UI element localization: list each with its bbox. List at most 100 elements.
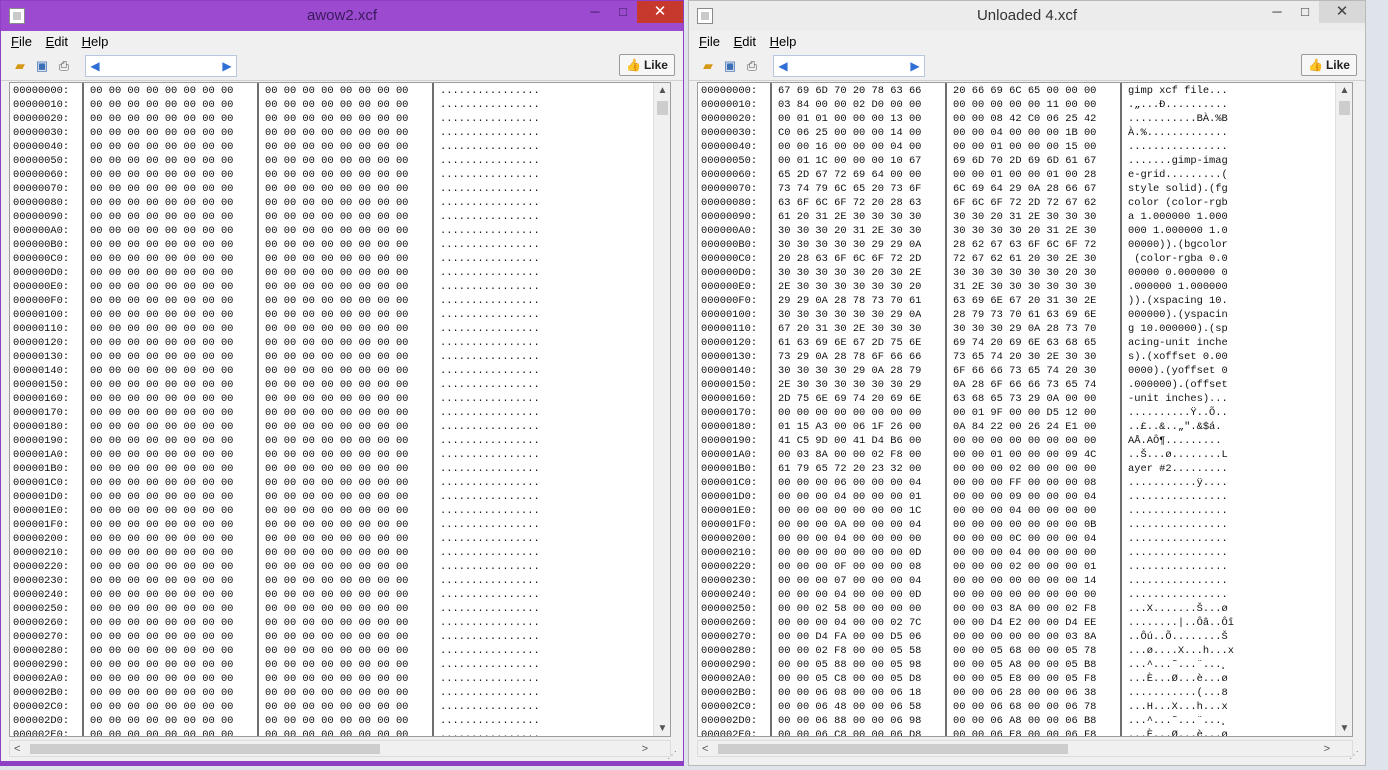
hex-bytes-right-cell[interactable]: 00 00 00 00 00 00 00 00 bbox=[265, 574, 408, 588]
hex-bytes-left-cell[interactable]: 00 00 00 00 00 00 00 00 bbox=[90, 294, 233, 308]
ascii-cell[interactable]: ................ bbox=[440, 686, 540, 700]
hex-bytes-right-cell[interactable]: 00 00 00 00 00 00 00 00 bbox=[265, 406, 408, 420]
hex-bytes-left-cell[interactable]: 73 74 79 6C 65 20 73 6F bbox=[778, 182, 921, 196]
hex-bytes-left-cell[interactable]: 00 00 00 06 00 00 00 04 bbox=[778, 476, 921, 490]
offset-cell[interactable]: 000001A0: bbox=[701, 448, 757, 462]
hex-bytes-right-cell[interactable]: 00 00 00 00 00 00 00 00 bbox=[265, 196, 408, 210]
hex-bytes-right-cell[interactable]: 30 30 30 30 20 31 2E 30 bbox=[953, 224, 1096, 238]
offset-cell[interactable]: 00000110: bbox=[701, 322, 757, 336]
hex-bytes-left-cell[interactable]: 00 00 00 00 00 00 00 00 bbox=[90, 630, 233, 644]
hex-bytes-left-cell[interactable]: 30 30 30 30 30 30 29 0A bbox=[778, 308, 921, 322]
hex-bytes-left-cell[interactable]: 00 00 00 04 00 00 02 7C bbox=[778, 616, 921, 630]
offset-cell[interactable]: 00000020: bbox=[701, 112, 757, 126]
ascii-cell[interactable]: ........|..Ôâ..Ôî bbox=[1128, 616, 1234, 630]
printer-icon[interactable]: ⎙ bbox=[743, 57, 761, 75]
printer-icon[interactable]: ⎙ bbox=[55, 57, 73, 75]
offset-cell[interactable]: 00000140: bbox=[13, 364, 69, 378]
ascii-cell[interactable]: ................ bbox=[440, 84, 540, 98]
ascii-cell[interactable]: color (color-rgb bbox=[1128, 196, 1234, 210]
hex-bytes-right-cell[interactable]: 00 00 00 00 00 00 00 00 bbox=[265, 644, 408, 658]
ascii-cell[interactable]: (color-rgba 0.0 bbox=[1128, 252, 1234, 266]
hex-bytes-right-cell[interactable]: 00 00 00 0C 00 00 00 04 bbox=[953, 532, 1096, 546]
offset-cell[interactable]: 000001E0: bbox=[13, 504, 69, 518]
offset-cell[interactable]: 000001B0: bbox=[701, 462, 757, 476]
ascii-cell[interactable]: ................ bbox=[1128, 574, 1234, 588]
hex-bytes-right-cell[interactable]: 00 00 00 00 00 00 00 00 bbox=[265, 294, 408, 308]
offset-cell[interactable]: 00000220: bbox=[701, 560, 757, 574]
hex-bytes-right-cell[interactable]: 00 00 00 00 00 00 00 00 bbox=[265, 238, 408, 252]
hex-bytes-left-cell[interactable]: 00 00 00 00 00 00 00 00 bbox=[90, 266, 233, 280]
hex-bytes-right-cell[interactable]: 00 00 00 00 00 00 03 8A bbox=[953, 630, 1096, 644]
offset-cell[interactable]: 000000E0: bbox=[701, 280, 757, 294]
hex-bytes-left-cell[interactable]: 41 C5 9D 00 41 D4 B6 00 bbox=[778, 434, 921, 448]
hex-bytes-left-cell[interactable]: 00 00 05 88 00 00 05 98 bbox=[778, 658, 921, 672]
hex-bytes-right-cell[interactable]: 00 00 06 28 00 00 06 38 bbox=[953, 686, 1096, 700]
hex-bytes-right-cell[interactable]: 6F 6C 6F 72 2D 72 67 62 bbox=[953, 196, 1096, 210]
ascii-cell[interactable]: ................ bbox=[440, 336, 540, 350]
ascii-cell[interactable]: ................ bbox=[440, 126, 540, 140]
hex-bytes-left-cell[interactable]: 01 15 A3 00 06 1F 26 00 bbox=[778, 420, 921, 434]
ascii-cell[interactable]: acing-unit inche bbox=[1128, 336, 1234, 350]
vertical-scrollbar[interactable]: ▲ ▼ bbox=[653, 83, 670, 736]
ascii-cell[interactable]: ................ bbox=[440, 658, 540, 672]
ascii-cell[interactable]: .000000).(offset bbox=[1128, 378, 1234, 392]
hex-bytes-right-cell[interactable]: 00 00 00 02 00 00 00 00 bbox=[953, 462, 1096, 476]
offset-cell[interactable]: 00000080: bbox=[701, 196, 757, 210]
hex-bytes-left-cell[interactable]: 00 00 00 00 00 00 00 00 bbox=[90, 224, 233, 238]
hex-bytes-left-cell[interactable]: 00 00 06 48 00 00 06 58 bbox=[778, 700, 921, 714]
offset-cell[interactable]: 00000000: bbox=[13, 84, 69, 98]
hex-bytes-left-cell[interactable]: 00 00 00 00 00 00 00 00 bbox=[90, 308, 233, 322]
menu-file[interactable]: File bbox=[695, 31, 726, 49]
offset-cell[interactable]: 00000190: bbox=[13, 434, 69, 448]
ascii-cell[interactable]: ..........Ÿ..Õ.. bbox=[1128, 406, 1234, 420]
offset-cell[interactable]: 00000030: bbox=[701, 126, 757, 140]
hex-bytes-left-cell[interactable]: 00 00 00 00 00 00 00 00 bbox=[90, 112, 233, 126]
hex-bytes-right-cell[interactable]: 00 00 05 E8 00 00 05 F8 bbox=[953, 672, 1096, 686]
title-bar[interactable]: Unloaded 4.xcf ─ □ ✕ bbox=[689, 1, 1365, 31]
hex-bytes-left-cell[interactable]: 00 00 00 00 00 00 00 00 bbox=[90, 518, 233, 532]
hex-bytes-left-cell[interactable]: 00 00 00 00 00 00 00 00 bbox=[90, 504, 233, 518]
ascii-cell[interactable]: ................ bbox=[1128, 588, 1234, 602]
hex-bytes-left-cell[interactable]: 00 00 D4 FA 00 00 D5 06 bbox=[778, 630, 921, 644]
hex-bytes-left-cell[interactable]: 00 00 00 00 00 00 00 00 bbox=[90, 210, 233, 224]
hex-bytes-left-cell[interactable]: 00 00 00 00 00 00 00 00 bbox=[90, 238, 233, 252]
offset-cell[interactable]: 00000150: bbox=[701, 378, 757, 392]
close-button[interactable]: ✕ bbox=[1319, 1, 1365, 23]
offset-cell[interactable]: 00000090: bbox=[13, 210, 69, 224]
ascii-cell[interactable]: ................ bbox=[440, 98, 540, 112]
hex-bytes-left-cell[interactable]: 00 00 00 00 00 00 00 00 bbox=[90, 574, 233, 588]
offset-cell[interactable]: 00000000: bbox=[701, 84, 757, 98]
hex-bytes-left-cell[interactable]: 00 03 8A 00 00 02 F8 00 bbox=[778, 448, 921, 462]
offset-cell[interactable]: 000000D0: bbox=[13, 266, 69, 280]
ascii-cell[interactable]: -unit inches)... bbox=[1128, 392, 1234, 406]
ascii-cell[interactable]: ................ bbox=[1128, 504, 1234, 518]
ascii-cell[interactable]: À.%............. bbox=[1128, 126, 1234, 140]
ascii-cell[interactable]: ................ bbox=[440, 476, 540, 490]
menu-help[interactable]: Help bbox=[766, 31, 803, 49]
hex-bytes-right-cell[interactable]: 00 00 D4 E2 00 00 D4 EE bbox=[953, 616, 1096, 630]
offset-cell[interactable]: 000001B0: bbox=[13, 462, 69, 476]
hex-bytes-left-cell[interactable]: 00 00 00 00 00 00 00 00 bbox=[90, 140, 233, 154]
hex-bytes-right-cell[interactable]: 00 00 00 00 00 00 00 00 bbox=[265, 140, 408, 154]
offset-cell[interactable]: 00000120: bbox=[701, 336, 757, 350]
hex-bytes-left-cell[interactable]: 00 00 00 00 00 00 00 00 bbox=[90, 728, 233, 736]
hex-bytes-right-cell[interactable]: 00 00 00 00 00 00 00 00 bbox=[265, 560, 408, 574]
vertical-scrollbar[interactable]: ▲ ▼ bbox=[1335, 83, 1352, 736]
hex-bytes-left-cell[interactable]: 73 29 0A 28 78 6F 66 66 bbox=[778, 350, 921, 364]
offset-cell[interactable]: 000002A0: bbox=[701, 672, 757, 686]
ascii-cell[interactable]: ................ bbox=[440, 140, 540, 154]
hex-bytes-right-cell[interactable]: 00 00 01 00 00 00 15 00 bbox=[953, 140, 1096, 154]
ascii-column[interactable]: gimp xcf file... .„...Ð..................… bbox=[1128, 83, 1234, 736]
offset-cell[interactable]: 00000230: bbox=[701, 574, 757, 588]
hex-bytes-left-cell[interactable]: 00 00 00 00 00 00 00 00 bbox=[90, 406, 233, 420]
hex-bytes-left-cell[interactable]: 00 00 00 00 00 00 00 00 bbox=[90, 686, 233, 700]
hex-bytes-left-cell[interactable]: 00 00 16 00 00 00 04 00 bbox=[778, 140, 921, 154]
hex-bytes-right-cell[interactable]: 00 00 00 00 00 00 00 00 bbox=[265, 462, 408, 476]
hex-bytes-left-cell[interactable]: 00 00 00 00 00 00 00 00 bbox=[90, 434, 233, 448]
hex-bytes-right-cell[interactable]: 00 00 06 A8 00 00 06 B8 bbox=[953, 714, 1096, 728]
offset-cell[interactable]: 00000080: bbox=[13, 196, 69, 210]
ascii-cell[interactable]: ................ bbox=[440, 560, 540, 574]
hex-bytes-right-cell[interactable]: 63 69 6E 67 20 31 30 2E bbox=[953, 294, 1096, 308]
hex-bytes-left-cell[interactable]: 00 00 00 00 00 00 00 00 bbox=[90, 476, 233, 490]
hex-bytes-left-cell[interactable]: 29 29 0A 28 78 73 70 61 bbox=[778, 294, 921, 308]
